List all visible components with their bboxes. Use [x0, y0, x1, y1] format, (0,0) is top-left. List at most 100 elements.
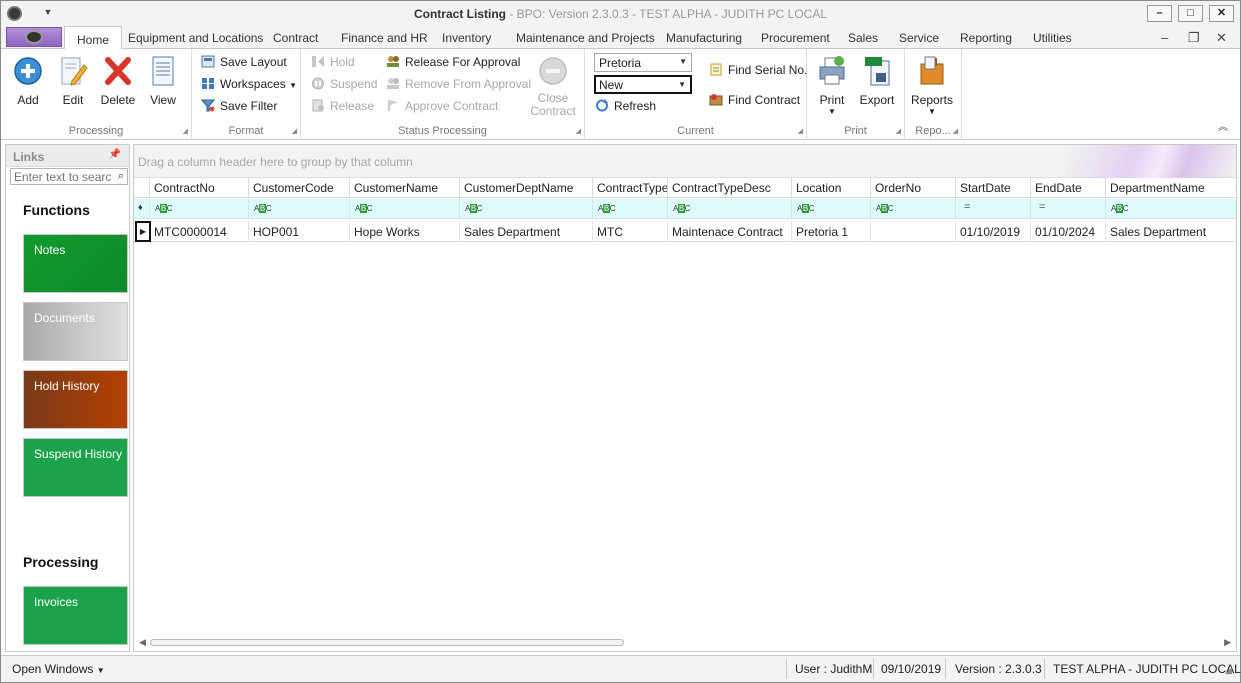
tab-maintenance-and-projects[interactable]: Maintenance and Projects [516, 31, 655, 45]
filter-cell-departmentname[interactable]: ABC [1105, 199, 1236, 219]
tab-utilities[interactable]: Utilities [1033, 31, 1072, 45]
column-header-location[interactable]: Location [791, 178, 870, 198]
delete-button[interactable]: Delete [95, 53, 141, 113]
links-search-box[interactable]: ⌕ [10, 168, 128, 185]
scrollbar-thumb[interactable] [150, 639, 624, 646]
column-header-customername[interactable]: CustomerName [349, 178, 459, 198]
mdi-close-icon[interactable]: ✕ [1216, 30, 1227, 46]
close-contract-button[interactable]: Close Contract [529, 53, 577, 118]
links-search-input[interactable] [11, 169, 111, 184]
column-header-orderno[interactable]: OrderNo [870, 178, 955, 198]
search-icon[interactable]: ⌕ [118, 170, 124, 183]
processing-launcher-icon[interactable]: ◢ [183, 127, 188, 135]
filter-cell-customercode[interactable]: ABC [248, 199, 349, 219]
filter-cell-location[interactable]: ABC [791, 199, 870, 219]
invoices-tile[interactable]: Invoices [23, 586, 128, 645]
cell-contracttype[interactable]: MTC [592, 221, 667, 242]
find-contract-button[interactable]: Find Contract [709, 93, 800, 111]
cell-customercode[interactable]: HOP001 [248, 221, 349, 242]
column-header-startdate[interactable]: StartDate [955, 178, 1030, 198]
scroll-right-icon[interactable]: ▶ [1224, 637, 1231, 648]
horizontal-scrollbar[interactable]: ◀ ▶ [134, 634, 1236, 651]
tab-manufacturing[interactable]: Manufacturing [666, 31, 742, 45]
scroll-left-icon[interactable]: ◀ [139, 637, 146, 648]
current-launcher-icon[interactable]: ◢ [798, 127, 803, 135]
approve-contract-button[interactable]: Approve Contract [386, 99, 498, 117]
filter-cell-contractno[interactable]: ABC [149, 199, 248, 219]
cell-startdate[interactable]: 01/10/2019 [955, 221, 1030, 242]
tab-finance-and-hr[interactable]: Finance and HR [341, 31, 428, 45]
collapse-ribbon-icon[interactable]: ︽ [1218, 118, 1228, 133]
maximize-button[interactable]: □ [1178, 5, 1203, 22]
format-launcher-icon[interactable]: ◢ [292, 127, 297, 135]
column-header-customerdeptname[interactable]: CustomerDeptName [459, 178, 592, 198]
cell-contracttypedesc[interactable]: Maintenace Contract [667, 221, 791, 242]
cell-customerdeptname[interactable]: Sales Department [459, 221, 592, 242]
save-layout-button[interactable]: Save Layout [201, 55, 287, 73]
reports-button[interactable]: Reports ▼ [909, 53, 955, 116]
cell-contractno[interactable]: MTC0000014 [149, 221, 248, 242]
mdi-minimize-icon[interactable]: – [1161, 30, 1168, 45]
close-button[interactable]: ✕ [1209, 5, 1234, 22]
group-by-panel[interactable]: Drag a column header here to group by th… [134, 145, 1236, 178]
column-header-departmentname[interactable]: DepartmentName [1105, 178, 1236, 198]
filter-cell-customername[interactable]: ABC [349, 199, 459, 219]
reports-launcher-icon[interactable]: ◢ [953, 127, 958, 135]
cell-customername[interactable]: Hope Works [349, 221, 459, 242]
view-button[interactable]: View [140, 53, 186, 113]
workspaces-button[interactable]: Workspaces ▼ [201, 77, 297, 95]
application-menu-button[interactable] [6, 27, 62, 47]
cell-departmentname[interactable]: Sales Department [1105, 221, 1236, 242]
column-header-contracttype[interactable]: ContractType [592, 178, 667, 198]
filter-cell-startdate[interactable]: = [955, 199, 1030, 219]
tab-home[interactable]: Home [64, 26, 123, 50]
tab-reporting[interactable]: Reporting [960, 31, 1012, 45]
add-button[interactable]: Add [5, 53, 51, 113]
pin-icon[interactable]: 📌 [109, 149, 121, 160]
filter-cell-customerdeptname[interactable]: ABC [459, 199, 592, 219]
release-button[interactable]: Release [311, 99, 374, 117]
edit-button[interactable]: Edit [50, 53, 96, 113]
find-serial-button[interactable]: Find Serial No. [709, 63, 807, 81]
refresh-button[interactable]: Refresh [595, 99, 656, 117]
suspend-button[interactable]: Suspend [311, 77, 377, 95]
hold-button[interactable]: Hold [311, 55, 355, 73]
remove-from-approval-button[interactable]: Remove From Approval [386, 77, 531, 95]
tab-sales[interactable]: Sales [848, 31, 878, 45]
column-header-enddate[interactable]: EndDate [1030, 178, 1105, 198]
cell-enddate[interactable]: 01/10/2024 [1030, 221, 1105, 242]
print-button[interactable]: Print ▼ [809, 53, 855, 116]
minimize-button[interactable]: – [1147, 5, 1172, 22]
cell-location[interactable]: Pretoria 1 [791, 221, 870, 242]
status-combo[interactable]: New ▼ [594, 75, 692, 94]
hold-history-tile[interactable]: Hold History [23, 370, 128, 429]
filter-cell-orderno[interactable]: ABC [870, 199, 955, 219]
notes-tile[interactable]: Notes [23, 234, 128, 293]
open-windows-button[interactable]: Open Windows ▼ [12, 662, 105, 676]
status-dropdown-icon[interactable]: ▼ [678, 80, 686, 89]
tab-procurement[interactable]: Procurement [761, 31, 830, 45]
filter-cell-contracttypedesc[interactable]: ABC [667, 199, 791, 219]
tab-inventory[interactable]: Inventory [442, 31, 491, 45]
save-filter-button[interactable]: Save Filter [201, 99, 277, 117]
location-combo[interactable]: Pretoria ▼ [594, 53, 692, 72]
row-indicator-icon[interactable]: ▶ [135, 221, 151, 242]
tab-contract[interactable]: Contract [273, 31, 318, 45]
documents-tile[interactable]: Documents [23, 302, 128, 361]
tab-service[interactable]: Service [899, 31, 939, 45]
resize-grip-icon[interactable]: ◢ [1225, 665, 1232, 676]
cell-orderno[interactable] [870, 221, 955, 242]
export-button[interactable]: Export [854, 53, 900, 113]
print-launcher-icon[interactable]: ◢ [896, 127, 901, 135]
table-row[interactable]: MTC0000014 HOP001 Hope Works Sales Depar… [134, 221, 1236, 242]
status-processing-launcher-icon[interactable]: ◢ [576, 127, 581, 135]
tab-equipment-and-locations[interactable]: Equipment and Locations [128, 31, 263, 45]
release-for-approval-button[interactable]: Release For Approval [386, 55, 520, 73]
column-header-customercode[interactable]: CustomerCode [248, 178, 349, 198]
suspend-history-tile[interactable]: Suspend History [23, 438, 128, 497]
column-header-contractno[interactable]: ContractNo [149, 178, 248, 198]
column-header-contracttypedesc[interactable]: ContractTypeDesc [667, 178, 791, 198]
location-dropdown-icon[interactable]: ▼ [679, 57, 687, 66]
filter-cell-contracttype[interactable]: ABC [592, 199, 667, 219]
mdi-restore-icon[interactable]: ❐ [1188, 30, 1200, 46]
